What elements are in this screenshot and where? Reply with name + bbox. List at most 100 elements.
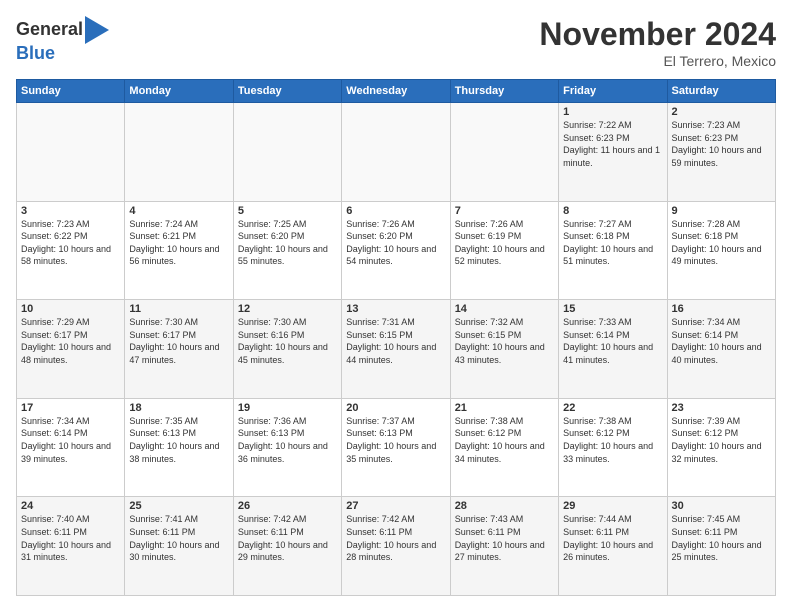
calendar-cell: 14Sunrise: 7:32 AM Sunset: 6:15 PM Dayli… (450, 300, 558, 399)
calendar-cell: 5Sunrise: 7:25 AM Sunset: 6:20 PM Daylig… (233, 201, 341, 300)
day-number: 26 (238, 500, 337, 512)
calendar-cell: 4Sunrise: 7:24 AM Sunset: 6:21 PM Daylig… (125, 201, 233, 300)
calendar-header-row: Sunday Monday Tuesday Wednesday Thursday… (17, 80, 776, 103)
title-area: November 2024 El Terrero, Mexico (539, 16, 776, 69)
page: General Blue November 2024 El Terrero, M… (0, 0, 792, 612)
day-number: 9 (672, 205, 771, 217)
calendar-cell: 10Sunrise: 7:29 AM Sunset: 6:17 PM Dayli… (17, 300, 125, 399)
day-number: 2 (672, 106, 771, 118)
calendar-cell: 16Sunrise: 7:34 AM Sunset: 6:14 PM Dayli… (667, 300, 775, 399)
day-info: Sunrise: 7:28 AM Sunset: 6:18 PM Dayligh… (672, 218, 771, 268)
day-number: 28 (455, 500, 554, 512)
header-sunday: Sunday (17, 80, 125, 103)
calendar-cell (125, 103, 233, 202)
day-info: Sunrise: 7:42 AM Sunset: 6:11 PM Dayligh… (346, 513, 445, 563)
day-number: 27 (346, 500, 445, 512)
day-number: 23 (672, 402, 771, 414)
calendar-cell: 11Sunrise: 7:30 AM Sunset: 6:17 PM Dayli… (125, 300, 233, 399)
calendar-cell: 18Sunrise: 7:35 AM Sunset: 6:13 PM Dayli… (125, 398, 233, 497)
day-info: Sunrise: 7:44 AM Sunset: 6:11 PM Dayligh… (563, 513, 662, 563)
day-info: Sunrise: 7:30 AM Sunset: 6:17 PM Dayligh… (129, 316, 228, 366)
calendar-table: Sunday Monday Tuesday Wednesday Thursday… (16, 79, 776, 596)
calendar-cell: 23Sunrise: 7:39 AM Sunset: 6:12 PM Dayli… (667, 398, 775, 497)
day-info: Sunrise: 7:32 AM Sunset: 6:15 PM Dayligh… (455, 316, 554, 366)
calendar-cell (17, 103, 125, 202)
header: General Blue November 2024 El Terrero, M… (16, 16, 776, 69)
day-info: Sunrise: 7:26 AM Sunset: 6:20 PM Dayligh… (346, 218, 445, 268)
calendar-cell: 25Sunrise: 7:41 AM Sunset: 6:11 PM Dayli… (125, 497, 233, 596)
calendar-cell: 9Sunrise: 7:28 AM Sunset: 6:18 PM Daylig… (667, 201, 775, 300)
day-info: Sunrise: 7:34 AM Sunset: 6:14 PM Dayligh… (672, 316, 771, 366)
header-saturday: Saturday (667, 80, 775, 103)
calendar-cell: 19Sunrise: 7:36 AM Sunset: 6:13 PM Dayli… (233, 398, 341, 497)
day-info: Sunrise: 7:26 AM Sunset: 6:19 PM Dayligh… (455, 218, 554, 268)
calendar-cell: 22Sunrise: 7:38 AM Sunset: 6:12 PM Dayli… (559, 398, 667, 497)
calendar-cell: 26Sunrise: 7:42 AM Sunset: 6:11 PM Dayli… (233, 497, 341, 596)
day-number: 10 (21, 303, 120, 315)
day-number: 7 (455, 205, 554, 217)
day-info: Sunrise: 7:38 AM Sunset: 6:12 PM Dayligh… (455, 415, 554, 465)
header-tuesday: Tuesday (233, 80, 341, 103)
day-info: Sunrise: 7:37 AM Sunset: 6:13 PM Dayligh… (346, 415, 445, 465)
day-info: Sunrise: 7:38 AM Sunset: 6:12 PM Dayligh… (563, 415, 662, 465)
day-number: 30 (672, 500, 771, 512)
day-info: Sunrise: 7:34 AM Sunset: 6:14 PM Dayligh… (21, 415, 120, 465)
day-number: 17 (21, 402, 120, 414)
day-info: Sunrise: 7:24 AM Sunset: 6:21 PM Dayligh… (129, 218, 228, 268)
calendar-cell: 28Sunrise: 7:43 AM Sunset: 6:11 PM Dayli… (450, 497, 558, 596)
day-number: 14 (455, 303, 554, 315)
calendar-cell: 3Sunrise: 7:23 AM Sunset: 6:22 PM Daylig… (17, 201, 125, 300)
calendar-cell: 29Sunrise: 7:44 AM Sunset: 6:11 PM Dayli… (559, 497, 667, 596)
day-info: Sunrise: 7:31 AM Sunset: 6:15 PM Dayligh… (346, 316, 445, 366)
day-info: Sunrise: 7:42 AM Sunset: 6:11 PM Dayligh… (238, 513, 337, 563)
calendar-cell: 13Sunrise: 7:31 AM Sunset: 6:15 PM Dayli… (342, 300, 450, 399)
calendar-cell: 24Sunrise: 7:40 AM Sunset: 6:11 PM Dayli… (17, 497, 125, 596)
day-number: 22 (563, 402, 662, 414)
calendar-cell: 17Sunrise: 7:34 AM Sunset: 6:14 PM Dayli… (17, 398, 125, 497)
day-number: 19 (238, 402, 337, 414)
day-info: Sunrise: 7:36 AM Sunset: 6:13 PM Dayligh… (238, 415, 337, 465)
day-number: 16 (672, 303, 771, 315)
logo: General Blue (16, 16, 109, 64)
day-info: Sunrise: 7:40 AM Sunset: 6:11 PM Dayligh… (21, 513, 120, 563)
month-title: November 2024 (539, 16, 776, 53)
location: El Terrero, Mexico (539, 53, 776, 69)
calendar-cell: 8Sunrise: 7:27 AM Sunset: 6:18 PM Daylig… (559, 201, 667, 300)
logo-icon (85, 16, 109, 44)
day-info: Sunrise: 7:41 AM Sunset: 6:11 PM Dayligh… (129, 513, 228, 563)
day-info: Sunrise: 7:27 AM Sunset: 6:18 PM Dayligh… (563, 218, 662, 268)
day-number: 3 (21, 205, 120, 217)
header-friday: Friday (559, 80, 667, 103)
week-row-0: 1Sunrise: 7:22 AM Sunset: 6:23 PM Daylig… (17, 103, 776, 202)
day-number: 1 (563, 106, 662, 118)
day-number: 8 (563, 205, 662, 217)
logo-general: General (16, 20, 83, 40)
day-number: 24 (21, 500, 120, 512)
day-number: 4 (129, 205, 228, 217)
calendar-cell: 12Sunrise: 7:30 AM Sunset: 6:16 PM Dayli… (233, 300, 341, 399)
calendar-cell: 27Sunrise: 7:42 AM Sunset: 6:11 PM Dayli… (342, 497, 450, 596)
day-number: 18 (129, 402, 228, 414)
day-number: 11 (129, 303, 228, 315)
week-row-1: 3Sunrise: 7:23 AM Sunset: 6:22 PM Daylig… (17, 201, 776, 300)
calendar-cell: 30Sunrise: 7:45 AM Sunset: 6:11 PM Dayli… (667, 497, 775, 596)
day-info: Sunrise: 7:29 AM Sunset: 6:17 PM Dayligh… (21, 316, 120, 366)
calendar-cell: 2Sunrise: 7:23 AM Sunset: 6:23 PM Daylig… (667, 103, 775, 202)
day-number: 13 (346, 303, 445, 315)
day-info: Sunrise: 7:23 AM Sunset: 6:22 PM Dayligh… (21, 218, 120, 268)
calendar-cell (342, 103, 450, 202)
logo-blue: Blue (16, 44, 109, 64)
day-number: 12 (238, 303, 337, 315)
calendar-cell: 6Sunrise: 7:26 AM Sunset: 6:20 PM Daylig… (342, 201, 450, 300)
calendar-cell: 21Sunrise: 7:38 AM Sunset: 6:12 PM Dayli… (450, 398, 558, 497)
calendar-cell (450, 103, 558, 202)
calendar-cell: 15Sunrise: 7:33 AM Sunset: 6:14 PM Dayli… (559, 300, 667, 399)
day-number: 6 (346, 205, 445, 217)
logo-text: General Blue (16, 16, 109, 64)
day-number: 5 (238, 205, 337, 217)
day-info: Sunrise: 7:33 AM Sunset: 6:14 PM Dayligh… (563, 316, 662, 366)
day-info: Sunrise: 7:23 AM Sunset: 6:23 PM Dayligh… (672, 119, 771, 169)
day-info: Sunrise: 7:25 AM Sunset: 6:20 PM Dayligh… (238, 218, 337, 268)
calendar-cell (233, 103, 341, 202)
calendar-cell: 1Sunrise: 7:22 AM Sunset: 6:23 PM Daylig… (559, 103, 667, 202)
